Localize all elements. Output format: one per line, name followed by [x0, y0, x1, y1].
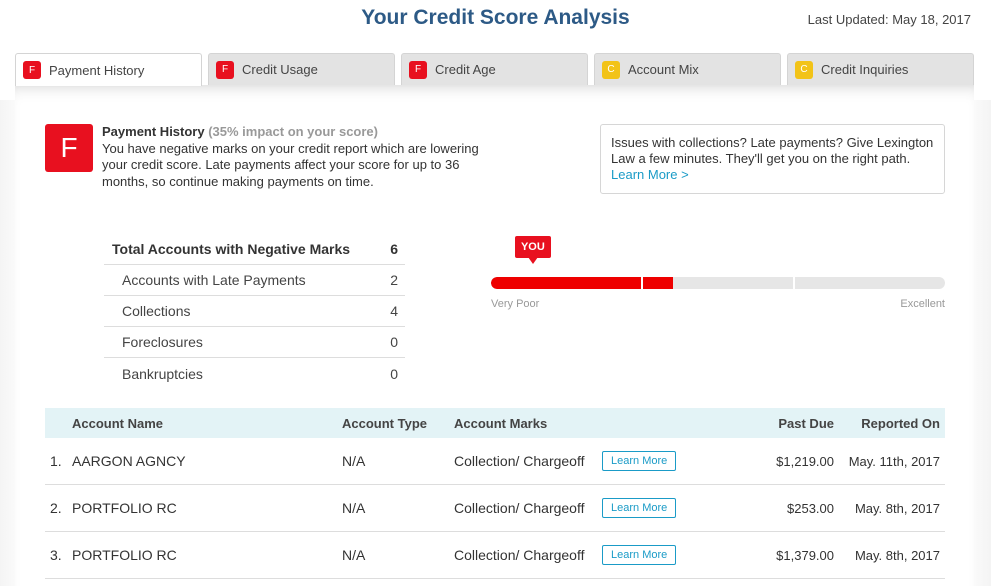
you-marker: YOU [514, 236, 551, 264]
header-account-name: Account Name [72, 415, 164, 431]
tab-credit-usage[interactable]: F Credit Usage [208, 53, 395, 85]
header-past-due: Past Due [778, 415, 834, 431]
count-row-bankruptcies: Bankruptcies 0 [104, 358, 405, 389]
tab-label: Payment History [49, 62, 145, 78]
tab-label: Credit Age [435, 62, 496, 77]
summary-section: Payment History (35% impact on your scor… [102, 124, 492, 190]
count-label: Collections [122, 303, 191, 319]
count-value: 0 [390, 365, 398, 382]
past-due: $253.00 [787, 500, 834, 516]
promo-box: Issues with collections? Late payments? … [600, 124, 945, 194]
panel-shadow-left [0, 100, 15, 586]
tab-account-mix[interactable]: C Account Mix [594, 53, 781, 85]
table-row: 1. AARGON AGNCY N/A Collection/ Chargeof… [45, 438, 945, 485]
score-gauge: YOU Very Poor Excellent [491, 236, 945, 316]
table-header: Account Name Account Type Account Marks … [45, 408, 945, 438]
learn-more-link[interactable]: Learn More > [611, 167, 689, 183]
last-updated: Last Updated: May 18, 2017 [807, 12, 971, 27]
count-label: Bankruptcies [122, 365, 203, 382]
count-label: Foreclosures [122, 334, 203, 350]
tab-payment-history[interactable]: F Payment History [15, 53, 202, 86]
table-row: 2. PORTFOLIO RC N/A Collection/ Chargeof… [45, 485, 945, 532]
header-account-type: Account Type [342, 415, 427, 431]
learn-more-button[interactable]: Learn More [602, 451, 677, 471]
tab-label: Credit Inquiries [821, 62, 909, 77]
learn-more-button[interactable]: Learn More [602, 545, 677, 565]
count-row-collections: Collections 4 [104, 296, 405, 327]
summary-grade-badge: F [45, 124, 93, 172]
count-value: 4 [390, 303, 398, 319]
account-type: N/A [342, 453, 366, 469]
past-due: $1,219.00 [776, 453, 834, 469]
panel-shadow-right [974, 100, 991, 586]
gauge-fill [491, 277, 673, 289]
tab-credit-age[interactable]: F Credit Age [401, 53, 588, 85]
header-reported-on: Reported On [861, 415, 940, 431]
header-account-marks: Account Marks [454, 415, 548, 431]
count-row-foreclosures: Foreclosures 0 [104, 327, 405, 358]
gauge-max-label: Excellent [900, 298, 945, 310]
accounts-table: Account Name Account Type Account Marks … [45, 408, 945, 579]
count-label: Accounts with Late Payments [122, 272, 306, 288]
reported-on: May. 11th, 2017 [848, 453, 940, 469]
account-name: PORTFOLIO RC [72, 547, 177, 563]
grade-badge: F [216, 60, 234, 79]
summary-impact: (35% impact on your score) [208, 124, 378, 139]
grade-badge: C [602, 60, 620, 79]
summary-text: You have negative marks on your credit r… [102, 140, 479, 189]
tab-label: Credit Usage [242, 62, 318, 77]
count-label: Total Accounts with Negative Marks [112, 241, 351, 257]
gauge-segment-divider [793, 277, 795, 289]
count-value: 6 [390, 241, 398, 257]
account-marks: Collection/ Chargeoff [454, 453, 585, 469]
account-marks: Collection/ Chargeoff [454, 500, 585, 516]
tab-credit-inquiries[interactable]: C Credit Inquiries [787, 53, 974, 85]
count-row-late-payments: Accounts with Late Payments 2 [104, 265, 405, 296]
tab-label: Account Mix [628, 62, 699, 77]
summary-title: Payment History [102, 124, 205, 139]
table-row: 3. PORTFOLIO RC N/A Collection/ Chargeof… [45, 532, 945, 579]
account-type: N/A [342, 500, 366, 516]
gauge-min-label: Very Poor [491, 298, 540, 310]
account-marks: Collection/ Chargeoff [454, 547, 585, 563]
account-type: N/A [342, 547, 366, 563]
count-value: 2 [390, 272, 398, 288]
grade-badge: F [23, 61, 41, 79]
gauge-track [491, 277, 945, 289]
negative-marks-counts: Total Accounts with Negative Marks 6 Acc… [104, 234, 405, 389]
category-tabs: F Payment History F Credit Usage F Credi… [15, 53, 974, 86]
gauge-segment-divider [641, 277, 643, 289]
row-number: 1. [50, 453, 62, 469]
account-name: PORTFOLIO RC [72, 500, 177, 516]
reported-on: May. 8th, 2017 [854, 547, 940, 563]
reported-on: May. 8th, 2017 [854, 500, 940, 516]
past-due: $1,379.00 [776, 547, 834, 563]
account-name: AARGON AGNCY [72, 453, 186, 469]
grade-badge: F [409, 60, 427, 79]
promo-text: Issues with collections? Late payments? … [611, 135, 934, 166]
row-number: 2. [50, 500, 62, 516]
row-number: 3. [50, 547, 62, 563]
count-value: 0 [390, 334, 398, 350]
count-row-total: Total Accounts with Negative Marks 6 [104, 234, 405, 265]
learn-more-button[interactable]: Learn More [602, 498, 677, 518]
grade-badge: C [795, 60, 813, 79]
